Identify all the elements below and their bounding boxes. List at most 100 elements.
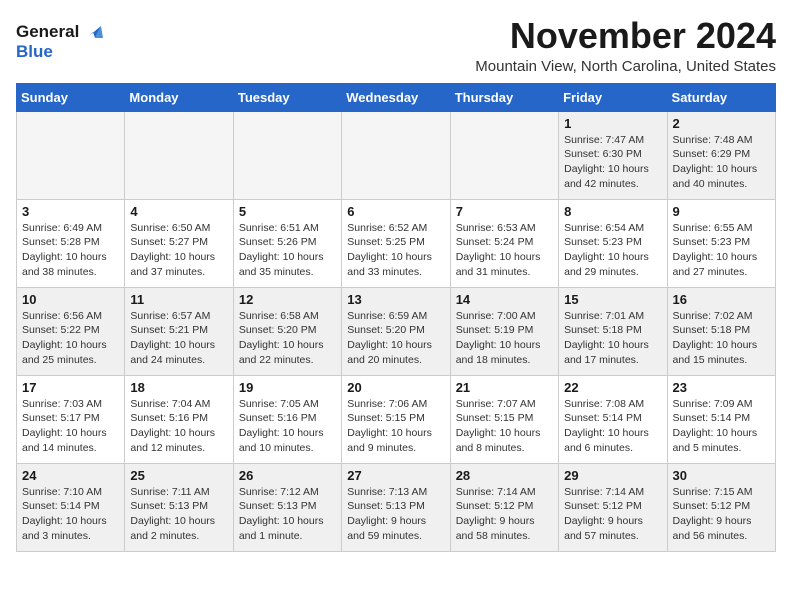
- day-number: 5: [239, 204, 336, 219]
- calendar-cell: 11 Sunrise: 6:57 AM Sunset: 5:21 PM Dayli…: [125, 287, 233, 375]
- calendar-cell: 6Sunrise: 6:52 AM Sunset: 5:25 PM Daylig…: [342, 199, 450, 287]
- calendar-cell: 30 Sunrise: 7:15 AM Sunset: 5:12 PM Dayli…: [667, 463, 775, 551]
- calendar-cell: 4Sunrise: 6:50 AM Sunset: 5:27 PM Daylig…: [125, 199, 233, 287]
- calendar-cell: 18Sunrise: 7:04 AM Sunset: 5:16 PM Dayli…: [125, 375, 233, 463]
- day-number: 28: [456, 468, 553, 483]
- day-number: 20: [347, 380, 444, 395]
- calendar-cell: 2Sunrise: 7:48 AM Sunset: 6:29 PM Daylig…: [667, 111, 775, 199]
- weekday-header-row: SundayMondayTuesdayWednesdayThursdayFrid…: [17, 83, 776, 111]
- weekday-header-thursday: Thursday: [450, 83, 558, 111]
- calendar-cell: 20 Sunrise: 7:06 AM Sunset: 5:15 PM Dayli…: [342, 375, 450, 463]
- calendar-cell: 13 Sunrise: 6:59 AM Sunset: 5:20 PM Dayli…: [342, 287, 450, 375]
- page-header: General Blue November 2024 Mountain View…: [16, 16, 776, 75]
- day-detail: Sunrise: 7:12 AM Sunset: 5:13 PM Dayligh…: [239, 485, 336, 544]
- calendar-cell: 21Sunrise: 7:07 AM Sunset: 5:15 PM Dayli…: [450, 375, 558, 463]
- calendar-cell: [342, 111, 450, 199]
- calendar-cell: 8Sunrise: 6:54 AM Sunset: 5:23 PM Daylig…: [559, 199, 667, 287]
- day-number: 30: [673, 468, 770, 483]
- day-detail: Sunrise: 7:06 AM Sunset: 5:15 PM Dayligh…: [347, 397, 444, 456]
- logo-subtext: Blue: [16, 42, 107, 62]
- calendar-cell: 5 Sunrise: 6:51 AM Sunset: 5:26 PM Daylig…: [233, 199, 341, 287]
- calendar-cell: 9 Sunrise: 6:55 AM Sunset: 5:23 PM Daylig…: [667, 199, 775, 287]
- day-number: 29: [564, 468, 661, 483]
- calendar-cell: 22Sunrise: 7:08 AM Sunset: 5:14 PM Dayli…: [559, 375, 667, 463]
- day-detail: Sunrise: 6:51 AM Sunset: 5:26 PM Dayligh…: [239, 221, 336, 280]
- logo-bird-icon: [81, 18, 107, 44]
- day-number: 6: [347, 204, 444, 219]
- week-row-4: 17 Sunrise: 7:03 AM Sunset: 5:17 PM Dayli…: [17, 375, 776, 463]
- calendar-cell: 27 Sunrise: 7:13 AM Sunset: 5:13 PM Dayli…: [342, 463, 450, 551]
- day-detail: Sunrise: 7:09 AM Sunset: 5:14 PM Dayligh…: [673, 397, 770, 456]
- weekday-header-monday: Monday: [125, 83, 233, 111]
- calendar-cell: 15 Sunrise: 7:01 AM Sunset: 5:18 PM Dayli…: [559, 287, 667, 375]
- day-detail: Sunrise: 7:08 AM Sunset: 5:14 PM Dayligh…: [564, 397, 661, 456]
- week-row-3: 10 Sunrise: 6:56 AM Sunset: 5:22 PM Dayli…: [17, 287, 776, 375]
- day-detail: Sunrise: 7:14 AM Sunset: 5:12 PM Dayligh…: [564, 485, 661, 544]
- weekday-header-tuesday: Tuesday: [233, 83, 341, 111]
- day-number: 14: [456, 292, 553, 307]
- day-detail: Sunrise: 7:13 AM Sunset: 5:13 PM Dayligh…: [347, 485, 444, 544]
- day-number: 10: [22, 292, 119, 307]
- calendar-cell: 23 Sunrise: 7:09 AM Sunset: 5:14 PM Dayli…: [667, 375, 775, 463]
- day-detail: Sunrise: 7:07 AM Sunset: 5:15 PM Dayligh…: [456, 397, 553, 456]
- day-detail: Sunrise: 6:57 AM Sunset: 5:21 PM Dayligh…: [130, 309, 227, 368]
- calendar-cell: 12 Sunrise: 6:58 AM Sunset: 5:20 PM Dayli…: [233, 287, 341, 375]
- day-detail: Sunrise: 6:53 AM Sunset: 5:24 PM Dayligh…: [456, 221, 553, 280]
- week-row-2: 3Sunrise: 6:49 AM Sunset: 5:28 PM Daylig…: [17, 199, 776, 287]
- day-detail: Sunrise: 7:02 AM Sunset: 5:18 PM Dayligh…: [673, 309, 770, 368]
- day-number: 9: [673, 204, 770, 219]
- calendar-cell: [233, 111, 341, 199]
- calendar-cell: 26 Sunrise: 7:12 AM Sunset: 5:13 PM Dayli…: [233, 463, 341, 551]
- day-number: 13: [347, 292, 444, 307]
- day-number: 12: [239, 292, 336, 307]
- day-number: 23: [673, 380, 770, 395]
- logo: General Blue: [16, 20, 107, 62]
- day-number: 17: [22, 380, 119, 395]
- day-number: 1: [564, 116, 661, 131]
- title-block: November 2024 Mountain View, North Carol…: [475, 16, 776, 75]
- day-detail: Sunrise: 6:58 AM Sunset: 5:20 PM Dayligh…: [239, 309, 336, 368]
- day-detail: Sunrise: 6:56 AM Sunset: 5:22 PM Dayligh…: [22, 309, 119, 368]
- weekday-header-sunday: Sunday: [17, 83, 125, 111]
- day-detail: Sunrise: 6:50 AM Sunset: 5:27 PM Dayligh…: [130, 221, 227, 280]
- day-detail: Sunrise: 7:47 AM Sunset: 6:30 PM Dayligh…: [564, 133, 661, 192]
- week-row-1: 1 Sunrise: 7:47 AM Sunset: 6:30 PM Daylig…: [17, 111, 776, 199]
- day-number: 15: [564, 292, 661, 307]
- day-detail: Sunrise: 6:55 AM Sunset: 5:23 PM Dayligh…: [673, 221, 770, 280]
- day-number: 27: [347, 468, 444, 483]
- day-number: 25: [130, 468, 227, 483]
- day-detail: Sunrise: 7:03 AM Sunset: 5:17 PM Dayligh…: [22, 397, 119, 456]
- calendar-cell: [17, 111, 125, 199]
- day-number: 11: [130, 292, 227, 307]
- day-detail: Sunrise: 7:15 AM Sunset: 5:12 PM Dayligh…: [673, 485, 770, 544]
- day-number: 26: [239, 468, 336, 483]
- calendar-table: SundayMondayTuesdayWednesdayThursdayFrid…: [16, 83, 776, 552]
- calendar-cell: 17 Sunrise: 7:03 AM Sunset: 5:17 PM Dayli…: [17, 375, 125, 463]
- day-number: 8: [564, 204, 661, 219]
- calendar-cell: 10 Sunrise: 6:56 AM Sunset: 5:22 PM Dayli…: [17, 287, 125, 375]
- calendar-cell: 14Sunrise: 7:00 AM Sunset: 5:19 PM Dayli…: [450, 287, 558, 375]
- calendar-cell: 3Sunrise: 6:49 AM Sunset: 5:28 PM Daylig…: [17, 199, 125, 287]
- day-detail: Sunrise: 6:49 AM Sunset: 5:28 PM Dayligh…: [22, 221, 119, 280]
- calendar-cell: 28Sunrise: 7:14 AM Sunset: 5:12 PM Dayli…: [450, 463, 558, 551]
- week-row-5: 24Sunrise: 7:10 AM Sunset: 5:14 PM Dayli…: [17, 463, 776, 551]
- location-subtitle: Mountain View, North Carolina, United St…: [475, 58, 776, 75]
- logo-text: General: [16, 22, 79, 42]
- day-detail: Sunrise: 6:59 AM Sunset: 5:20 PM Dayligh…: [347, 309, 444, 368]
- calendar-cell: 19 Sunrise: 7:05 AM Sunset: 5:16 PM Dayli…: [233, 375, 341, 463]
- day-detail: Sunrise: 7:01 AM Sunset: 5:18 PM Dayligh…: [564, 309, 661, 368]
- day-detail: Sunrise: 7:11 AM Sunset: 5:13 PM Dayligh…: [130, 485, 227, 544]
- day-detail: Sunrise: 7:05 AM Sunset: 5:16 PM Dayligh…: [239, 397, 336, 456]
- calendar-cell: 7Sunrise: 6:53 AM Sunset: 5:24 PM Daylig…: [450, 199, 558, 287]
- calendar-cell: 1 Sunrise: 7:47 AM Sunset: 6:30 PM Daylig…: [559, 111, 667, 199]
- day-detail: Sunrise: 7:10 AM Sunset: 5:14 PM Dayligh…: [22, 485, 119, 544]
- calendar-cell: [450, 111, 558, 199]
- calendar-cell: 16Sunrise: 7:02 AM Sunset: 5:18 PM Dayli…: [667, 287, 775, 375]
- calendar-cell: 25 Sunrise: 7:11 AM Sunset: 5:13 PM Dayli…: [125, 463, 233, 551]
- day-number: 19: [239, 380, 336, 395]
- month-year-title: November 2024: [475, 16, 776, 56]
- calendar-cell: 24Sunrise: 7:10 AM Sunset: 5:14 PM Dayli…: [17, 463, 125, 551]
- day-detail: Sunrise: 7:04 AM Sunset: 5:16 PM Dayligh…: [130, 397, 227, 456]
- weekday-header-friday: Friday: [559, 83, 667, 111]
- calendar-cell: 29 Sunrise: 7:14 AM Sunset: 5:12 PM Dayli…: [559, 463, 667, 551]
